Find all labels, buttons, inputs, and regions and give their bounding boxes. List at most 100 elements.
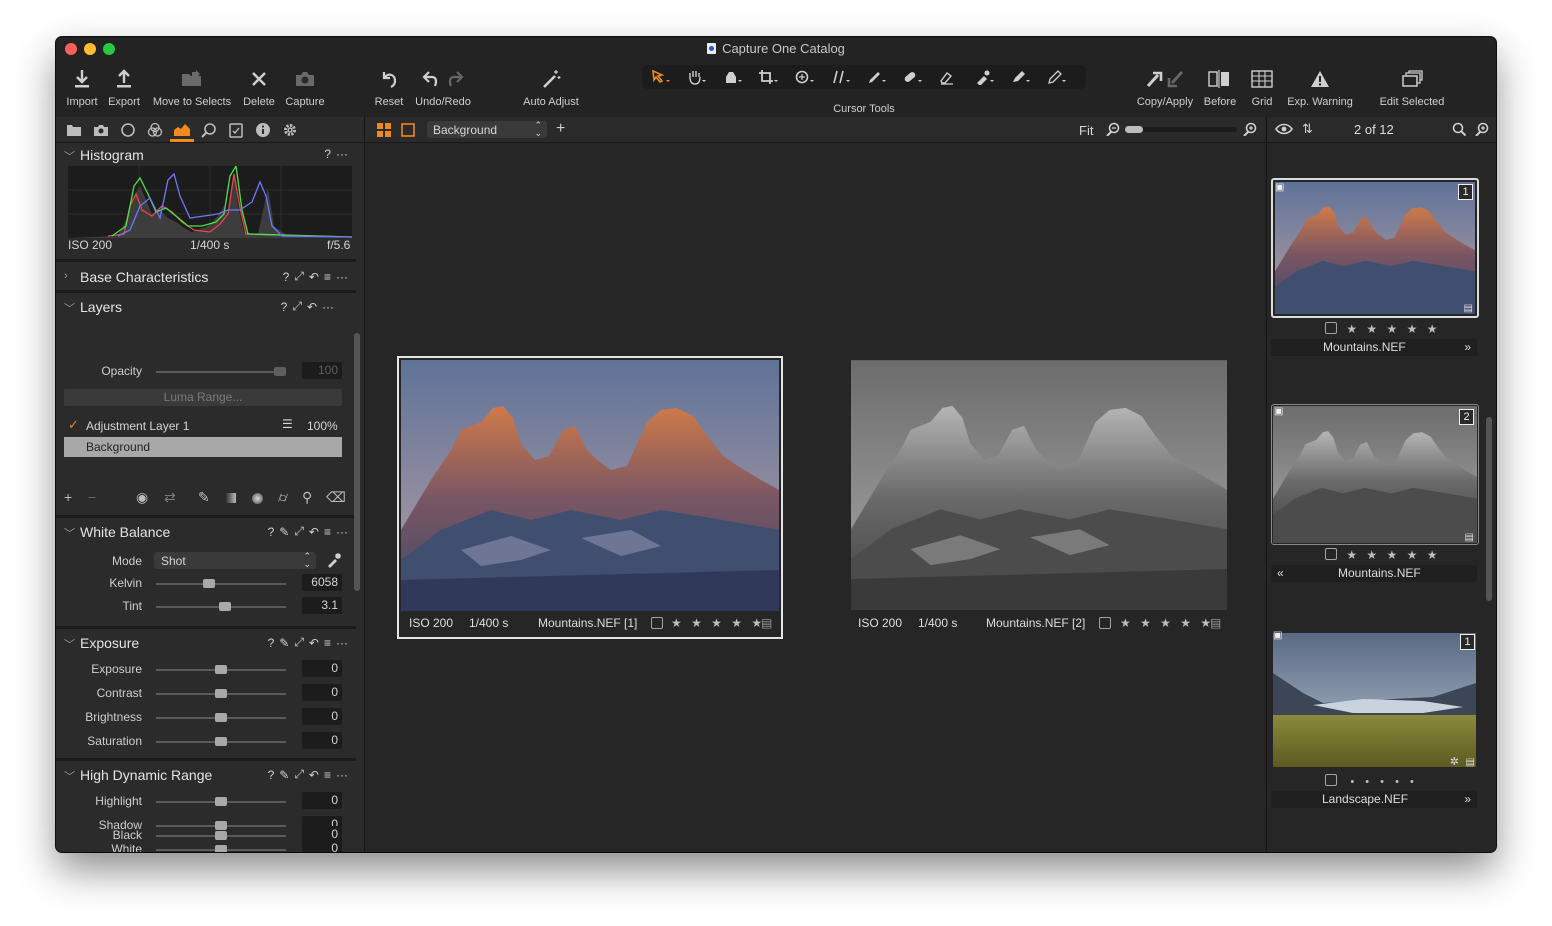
picker-icon[interactable]: ✎ bbox=[279, 525, 289, 539]
rotate-icon[interactable] bbox=[790, 68, 820, 86]
brush-icon[interactable]: ✎ bbox=[198, 489, 210, 506]
zoom-fit-label[interactable]: Fit bbox=[1079, 123, 1093, 138]
zoom-search-icon[interactable] bbox=[1475, 122, 1489, 136]
layer-row[interactable]: ✓ Adjustment Layer 1 ☰ 100% bbox=[64, 415, 344, 437]
slider-knob[interactable] bbox=[203, 579, 215, 588]
library-tab-icon[interactable] bbox=[64, 121, 84, 138]
single-view-icon[interactable] bbox=[401, 123, 415, 137]
slider-knob[interactable] bbox=[215, 737, 227, 746]
thumbnail-caption[interactable]: Landscape.NEF » bbox=[1271, 791, 1477, 808]
slider-knob[interactable] bbox=[1125, 126, 1143, 133]
zoom-in-icon[interactable] bbox=[1243, 122, 1257, 136]
settings-gear-icon[interactable] bbox=[280, 121, 300, 138]
layer-check-icon[interactable]: ✓ bbox=[68, 417, 79, 433]
wb-picker-icon[interactable] bbox=[326, 552, 342, 568]
before-button[interactable]: Before bbox=[1200, 67, 1240, 108]
layer-adjust-icon[interactable]: ☰ bbox=[282, 417, 293, 431]
contrast-slider[interactable] bbox=[156, 689, 286, 698]
contrast-value[interactable]: 0 bbox=[302, 684, 342, 701]
rating-stars[interactable]: ★ ★ ★ ★ ★ bbox=[1346, 322, 1440, 336]
picker-icon[interactable] bbox=[970, 68, 1000, 86]
slider-knob[interactable] bbox=[215, 665, 227, 674]
info-icon[interactable]: ▤ bbox=[1464, 303, 1473, 314]
viewer-image-2[interactable]: ISO 200 1/400 s Mountains.NEF [2] ★ ★ ★ … bbox=[851, 360, 1229, 636]
shadow-slider[interactable] bbox=[156, 821, 286, 830]
select-checkbox[interactable] bbox=[1099, 617, 1111, 629]
select-checkbox[interactable] bbox=[1325, 774, 1337, 786]
reset-button[interactable]: Reset bbox=[369, 67, 409, 108]
exposure-header[interactable]: ﹀ Exposure ? ✎ ⤢ ↶ ≡ ··· bbox=[56, 632, 356, 655]
loupe-icon[interactable] bbox=[718, 68, 748, 86]
eye-icon[interactable]: ◉ bbox=[136, 489, 148, 506]
presets-icon[interactable]: ≡ bbox=[324, 525, 331, 539]
layer-row-selected[interactable]: Background bbox=[64, 437, 342, 457]
reset-icon[interactable]: ↶ bbox=[309, 270, 319, 284]
copy-apply-button[interactable]: Copy/Apply bbox=[1132, 67, 1198, 108]
lens-tab-icon[interactable] bbox=[118, 121, 138, 138]
opacity-slider[interactable] bbox=[156, 367, 286, 376]
redo-icon[interactable] bbox=[447, 69, 465, 89]
rating-stars[interactable]: ★ ★ ★ ★ ★ bbox=[671, 616, 765, 630]
select-cursor-icon[interactable] bbox=[646, 68, 676, 86]
tint-slider[interactable] bbox=[156, 602, 286, 611]
select-checkbox[interactable] bbox=[1325, 548, 1337, 560]
add-layer-icon[interactable]: + bbox=[64, 489, 72, 505]
select-checkbox[interactable] bbox=[1325, 322, 1337, 334]
swap-icon[interactable]: ⇄ bbox=[164, 489, 176, 506]
layer-select[interactable]: Background ⌃ ⌄ bbox=[427, 121, 547, 138]
slider-knob[interactable] bbox=[219, 602, 231, 611]
more-icon[interactable]: ··· bbox=[336, 270, 348, 284]
opacity-value[interactable]: 100 bbox=[302, 362, 342, 379]
auto-adjust-button[interactable]: Auto Adjust bbox=[518, 67, 584, 108]
highlight-slider[interactable] bbox=[156, 797, 286, 806]
luma-range-button[interactable]: Luma Range... bbox=[64, 389, 342, 406]
black-slider[interactable] bbox=[156, 831, 286, 840]
slider-knob[interactable] bbox=[215, 713, 227, 722]
base-characteristics-header[interactable]: › Base Characteristics ? ⤢ ↶ ≡ ··· bbox=[56, 266, 356, 289]
more-icon[interactable]: ··· bbox=[336, 768, 348, 782]
reset-icon[interactable]: ↶ bbox=[307, 300, 317, 314]
more-icon[interactable]: ··· bbox=[336, 636, 348, 650]
color-tab-icon[interactable] bbox=[145, 121, 165, 138]
expand-icon[interactable]: ⤢ bbox=[294, 524, 304, 539]
heal-icon[interactable] bbox=[898, 68, 928, 86]
previous-variant-icon[interactable]: « bbox=[1277, 565, 1284, 582]
grid-button[interactable]: Grid bbox=[1244, 67, 1280, 108]
crop-icon[interactable] bbox=[754, 68, 784, 86]
expand-icon[interactable]: ⤢ bbox=[294, 269, 304, 284]
picker-icon[interactable]: ✎ bbox=[279, 636, 289, 650]
white-balance-header[interactable]: ﹀ White Balance ? ✎ ⤢ ↶ ≡ ··· bbox=[56, 521, 356, 544]
slider-knob[interactable] bbox=[215, 821, 227, 830]
annotate-icon[interactable] bbox=[1006, 68, 1036, 86]
rating-dots[interactable]: • • • • • bbox=[1350, 776, 1417, 788]
info-icon[interactable]: ▤ bbox=[1466, 757, 1475, 768]
more-icon[interactable]: ··· bbox=[336, 147, 348, 161]
pencil-icon[interactable] bbox=[1042, 68, 1072, 86]
keystone-icon[interactable] bbox=[826, 68, 856, 86]
help-icon[interactable]: ? bbox=[281, 300, 288, 314]
help-icon[interactable]: ? bbox=[268, 525, 275, 539]
slider-knob[interactable] bbox=[215, 845, 227, 852]
thumbnail-caption[interactable]: Mountains.NEF » bbox=[1271, 339, 1477, 356]
slider-knob[interactable] bbox=[215, 831, 227, 840]
histogram-header[interactable]: ﹀ Histogram ? ··· bbox=[56, 144, 356, 167]
expand-icon[interactable]: ⤢ bbox=[294, 635, 304, 650]
pan-hand-icon[interactable] bbox=[682, 68, 712, 86]
thumbnail-3[interactable]: ▣ 1 ✲ ▤ bbox=[1271, 630, 1479, 770]
white-slider[interactable] bbox=[156, 845, 286, 852]
rating-stars[interactable]: ★ ★ ★ ★ ★ bbox=[1120, 616, 1214, 630]
kelvin-slider[interactable] bbox=[156, 579, 286, 588]
more-icon[interactable]: ··· bbox=[322, 300, 334, 314]
move-to-selects-button[interactable]: Move to Selects bbox=[148, 67, 236, 108]
undo-icon[interactable] bbox=[421, 69, 439, 89]
help-icon[interactable]: ? bbox=[268, 768, 275, 782]
add-layer-cursor-icon[interactable]: + bbox=[556, 120, 565, 138]
reset-icon[interactable]: ↶ bbox=[309, 636, 319, 650]
select-checkbox[interactable] bbox=[651, 617, 663, 629]
gradient-icon[interactable] bbox=[226, 493, 236, 503]
capture-tab-icon[interactable] bbox=[91, 121, 111, 138]
import-button[interactable]: Import bbox=[62, 67, 102, 108]
viewer-image-1[interactable]: ISO 200 1/400 s Mountains.NEF [1] ★ ★ ★ … bbox=[397, 356, 783, 639]
help-icon[interactable]: ? bbox=[268, 636, 275, 650]
picker-icon[interactable]: ✎ bbox=[279, 768, 289, 782]
